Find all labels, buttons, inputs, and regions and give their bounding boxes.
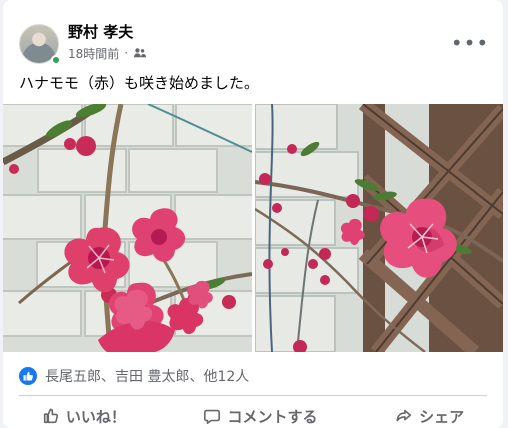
meta-separator: · <box>124 46 129 60</box>
like-label: いいね！ <box>65 407 126 426</box>
post-text: ハナモモ（赤）も咲き始めました。 <box>19 74 260 92</box>
like-button[interactable]: いいね！ <box>42 402 126 428</box>
thumbs-up-icon <box>19 367 37 385</box>
post-actions: いいね！ コメントする シェア <box>3 399 503 428</box>
peach-blossom-photo-right[interactable] <box>255 104 503 352</box>
comment-button[interactable]: コメントする <box>203 402 317 428</box>
thumbs-up-outline-icon <box>43 408 58 424</box>
reaction-names[interactable]: 長尾五郎、吉田 豊太郎、他12人 <box>45 366 249 386</box>
facebook-post-card: 野村 孝夫 18時間前 · ••• ハナモモ（赤）も咲き始めました。 長尾五郎、… <box>3 0 503 428</box>
author-name[interactable]: 野村 孝夫 <box>68 22 133 42</box>
share-button[interactable]: シェア <box>395 402 464 428</box>
share-icon <box>396 409 412 422</box>
online-status-icon <box>51 55 61 65</box>
post-meta: 18時間前 · <box>68 44 147 62</box>
action-divider <box>19 395 487 396</box>
post-time[interactable]: 18時間前 <box>68 45 119 62</box>
comment-icon <box>204 409 221 425</box>
peach-blossom-left-image <box>3 104 252 352</box>
reaction-summary[interactable]: 長尾五郎、吉田 豊太郎、他12人 <box>19 364 249 388</box>
more-horizontal-icon: ••• <box>450 31 490 55</box>
friends-icon[interactable] <box>133 47 147 59</box>
more-options-button[interactable]: ••• <box>450 30 490 56</box>
peach-blossom-right-image <box>255 104 503 352</box>
peach-blossom-photo-left[interactable] <box>3 104 252 352</box>
share-label: シェア <box>419 407 465 426</box>
comment-label: コメントする <box>227 407 318 426</box>
